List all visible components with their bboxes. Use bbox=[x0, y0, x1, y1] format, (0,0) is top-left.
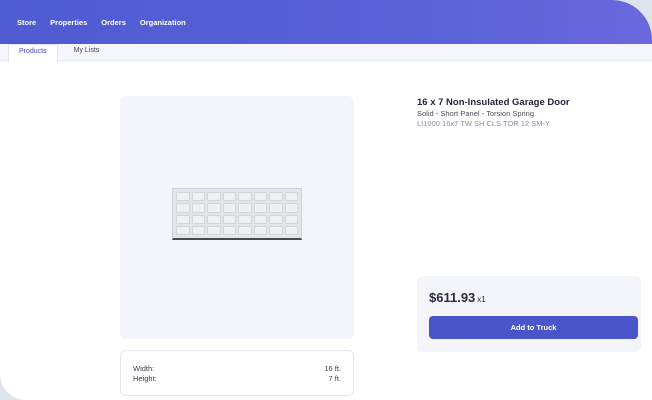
nav-organization[interactable]: Organization bbox=[140, 18, 186, 27]
quantity-label: x1 bbox=[477, 295, 486, 304]
nav-orders[interactable]: Orders bbox=[101, 18, 126, 27]
price-card: $611.93 x1 Add to Truck bbox=[417, 276, 641, 352]
tab-products[interactable]: Products bbox=[8, 44, 58, 62]
nav-store[interactable]: Store bbox=[17, 18, 36, 27]
price-amount: $611.93 bbox=[429, 290, 476, 305]
spec-label: Height: bbox=[133, 374, 157, 383]
product-sku: LI1000 16x7 TW SH CLS TOR 12 SM-Y bbox=[417, 119, 550, 128]
add-to-truck-button[interactable]: Add to Truck bbox=[429, 316, 638, 339]
app-window: Store Properties Orders Organization Pro… bbox=[0, 0, 652, 400]
garage-door-image bbox=[172, 188, 302, 240]
sub-tabs: Products My Lists bbox=[0, 44, 652, 62]
product-specs: Width: 16 ft. Height: 7 ft. bbox=[120, 350, 354, 396]
spec-value: 16 ft. bbox=[324, 364, 341, 373]
spec-row-width: Width: 16 ft. bbox=[133, 364, 341, 374]
tab-my-lists[interactable]: My Lists bbox=[58, 44, 110, 60]
top-navigation: Store Properties Orders Organization bbox=[0, 0, 652, 44]
spec-label: Width: bbox=[133, 364, 155, 373]
product-subtitle: Solid - Short Panel - Torsion Spring bbox=[417, 109, 535, 118]
product-title: 16 x 7 Non-Insulated Garage Door bbox=[417, 97, 570, 108]
product-header: 16 x 7 Non-Insulated Garage Door Solid -… bbox=[417, 97, 637, 129]
price-line: $611.93 x1 bbox=[429, 290, 629, 305]
nav-properties[interactable]: Properties bbox=[50, 18, 87, 27]
spec-value: 7 ft. bbox=[328, 374, 341, 383]
spec-row-height: Height: 7 ft. bbox=[133, 374, 341, 384]
